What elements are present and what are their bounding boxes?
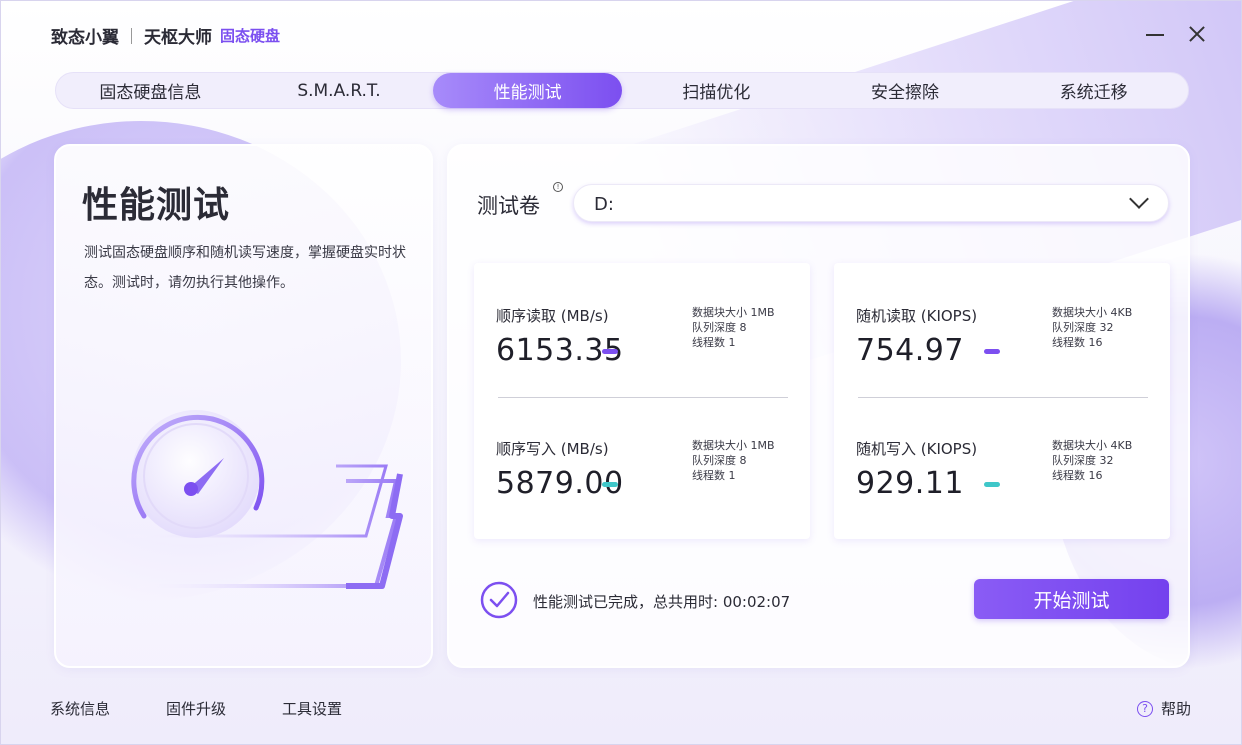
close-button[interactable] [1186,23,1208,45]
intro-panel: 性能测试 测试固态硬盘顺序和随机读写速度，掌握硬盘实时状态。测试时，请勿执行其他… [54,144,433,668]
divider [498,397,788,398]
metric-label: 随机读取 (KIOPS) [856,307,978,325]
page-description: 测试固态硬盘顺序和随机读写速度，掌握硬盘实时状态。测试时，请勿执行其他操作。 [84,245,406,291]
spec-block-size: 数据块大小 4KB [1052,306,1133,319]
rand-write-metric: 随机写入 (KIOPS) 929.11 数据块大小 4KB 队列深度 32 线程… [856,438,1156,548]
product-subtitle: 固态硬盘 [220,27,281,45]
rand-read-metric: 随机读取 (KIOPS) 754.97 数据块大小 4KB 队列深度 32 线程… [856,305,1156,415]
system-info-link[interactable]: 系统信息 [50,698,110,719]
tab-scan-optimize[interactable]: 扫描优化 [622,73,811,108]
help-icon: ? [1137,700,1153,717]
app-brand: 致态小翼 天枢大师 固态硬盘 [51,23,280,48]
metric-bar [984,482,1000,487]
brand-separator [131,27,132,44]
spec-queue-depth: 队列深度 32 [1052,454,1114,467]
speedometer-illustration [116,410,403,589]
metric-bar [984,349,1000,354]
tab-smart[interactable]: S.M.A.R.T. [245,73,434,108]
help-button[interactable]: ? 帮助 [1137,698,1191,719]
spec-queue-depth: 队列深度 8 [692,321,747,334]
tab-performance-test[interactable]: 性能测试 [433,73,623,108]
spec-block-size: 数据块大小 1MB [692,439,775,452]
spec-threads: 线程数 16 [1052,469,1103,482]
test-volume-label: 测试卷 [477,194,540,218]
help-label: 帮助 [1161,700,1192,718]
tab-ssd-info[interactable]: 固态硬盘信息 [56,73,245,108]
spec-block-size: 数据块大小 1MB [692,306,775,319]
tool-settings-link[interactable]: 工具设置 [282,698,342,719]
main-tabs: 固态硬盘信息 S.M.A.R.T. 性能测试 扫描优化 安全擦除 系统迁移 [55,72,1189,109]
metric-specs: 数据块大小 1MB 队列深度 8 线程数 1 [692,438,775,483]
sequential-results-card: 顺序读取 (MB/s) 6153.35 数据块大小 1MB 队列深度 8 线程数… [474,263,810,539]
selected-volume: D: [594,194,614,215]
metric-specs: 数据块大小 4KB 队列深度 32 线程数 16 [1052,438,1132,483]
metric-label: 随机写入 (KIOPS) [856,440,978,458]
spec-threads: 线程数 1 [692,469,736,482]
minimize-button[interactable] [1144,23,1166,45]
metric-specs: 数据块大小 4KB 队列深度 32 线程数 16 [1052,305,1132,350]
metric-value: 929.11 [856,466,964,501]
seq-write-metric: 顺序写入 (MB/s) 5879.00 数据块大小 1MB 队列深度 8 线程数… [496,438,796,548]
spec-block-size: 数据块大小 4KB [1052,439,1133,452]
tab-system-migration[interactable]: 系统迁移 [999,73,1188,108]
product-name: 天枢大师 [144,28,212,48]
firmware-upgrade-link[interactable]: 固件升级 [166,698,226,719]
start-test-button[interactable]: 开始测试 [974,579,1169,619]
metric-value: 754.97 [856,333,964,368]
completion-status: 性能测试已完成，总共用时: 00:02:07 [533,593,791,611]
divider [858,397,1148,398]
test-panel: 测试卷 ! D: 顺序读取 (MB/s) 6153.35 数据块大小 1MB 队… [447,144,1190,668]
metric-label: 顺序读取 (MB/s) [496,307,609,325]
metric-specs: 数据块大小 1MB 队列深度 8 线程数 1 [692,305,775,350]
spec-queue-depth: 队列深度 32 [1052,321,1114,334]
metric-bar [602,349,618,354]
tab-secure-erase[interactable]: 安全擦除 [811,73,1000,108]
brand-name: 致态小翼 [51,28,119,48]
spec-queue-depth: 队列深度 8 [692,454,747,467]
chevron-down-icon [1129,189,1149,209]
metric-label: 顺序写入 (MB/s) [496,440,609,458]
metric-bar [602,482,618,487]
spec-threads: 线程数 1 [692,336,736,349]
seq-read-metric: 顺序读取 (MB/s) 6153.35 数据块大小 1MB 队列深度 8 线程数… [496,305,796,415]
page-title: 性能测试 [82,185,231,226]
info-icon[interactable]: ! [553,182,563,192]
random-results-card: 随机读取 (KIOPS) 754.97 数据块大小 4KB 队列深度 32 线程… [834,263,1170,539]
title-bar: 致态小翼 天枢大师 固态硬盘 [1,1,1241,65]
test-volume-select[interactable]: D: [573,184,1169,222]
app-window: 致态小翼 天枢大师 固态硬盘 固态硬盘信息 S.M.A.R.T. 性能测试 扫描… [0,0,1242,745]
spec-threads: 线程数 16 [1052,336,1103,349]
check-circle-icon [480,581,518,619]
